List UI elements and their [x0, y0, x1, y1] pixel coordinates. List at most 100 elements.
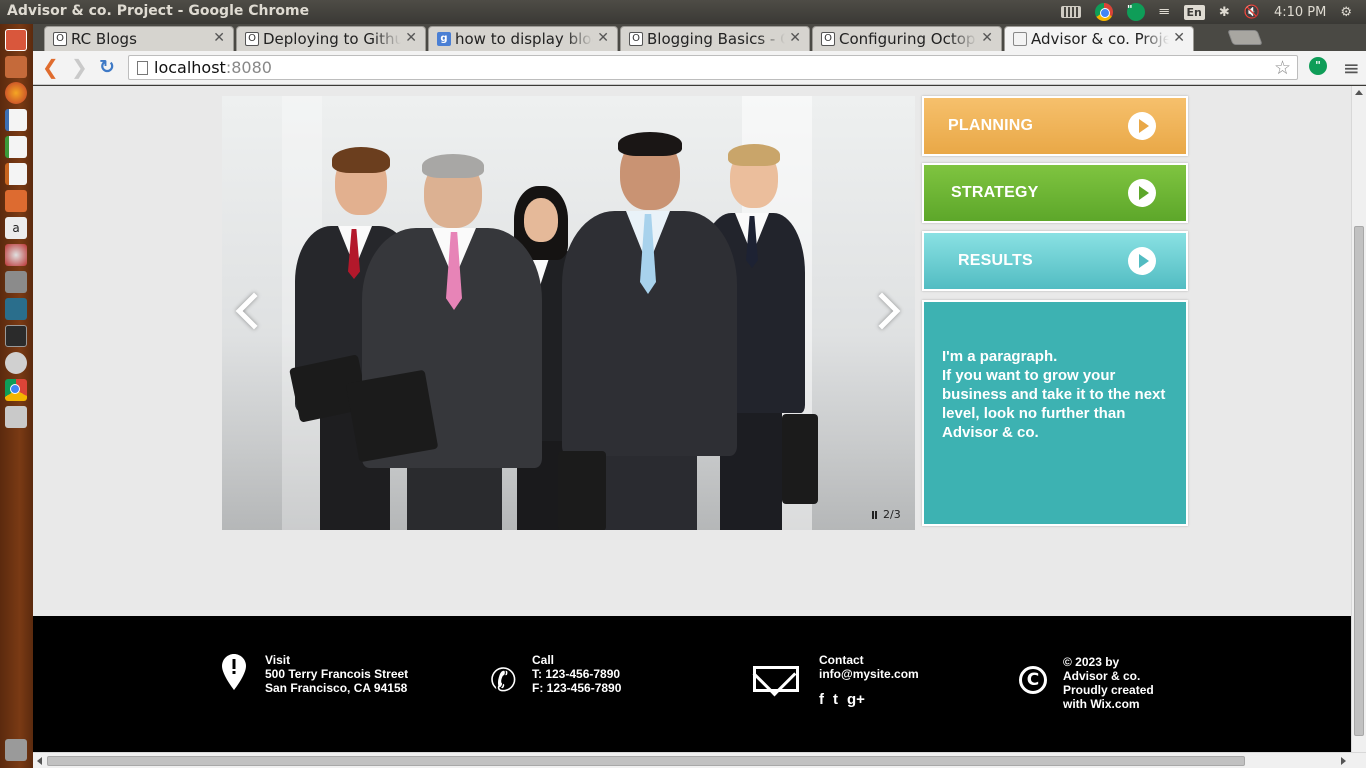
url-host: localhost	[154, 58, 226, 77]
copyright-line4[interactable]: with Wix.com	[1063, 697, 1154, 711]
footer-copyright: © 2023 by Advisor & co. Proudly created …	[1063, 655, 1154, 711]
trash-icon[interactable]	[5, 739, 27, 761]
social-links: f t g+	[819, 691, 865, 708]
visit-address-line2: San Francisco, CA 94158	[265, 681, 408, 695]
firefox-icon[interactable]	[5, 82, 27, 104]
tab-title: Configuring Octopre	[839, 30, 977, 48]
volume-icon[interactable]: 🔇	[1244, 5, 1260, 20]
tab-blogging-basics[interactable]: O Blogging Basics - Oc ✕	[620, 26, 810, 51]
url-text[interactable]: localhost:8080	[154, 58, 272, 77]
address-bar[interactable]: localhost:8080 ☆	[128, 55, 1298, 80]
reload-button[interactable]: ↻	[99, 57, 115, 77]
tab-configuring[interactable]: O Configuring Octopre ✕	[812, 26, 1002, 51]
back-button[interactable]: ❮	[42, 57, 59, 77]
gear-icon[interactable]: ⚙	[1340, 5, 1352, 20]
google-icon: g	[437, 32, 451, 46]
impress-icon[interactable]	[5, 163, 27, 185]
slideshow[interactable]: 2/3	[222, 96, 915, 530]
app-icon[interactable]	[5, 298, 27, 320]
map-pin-icon	[222, 654, 246, 690]
url-port: :8080	[225, 58, 272, 77]
slideshow-next-button[interactable]	[862, 286, 902, 336]
contact-heading: Contact	[819, 653, 864, 667]
person-figure	[362, 154, 542, 530]
hangouts-extension-icon[interactable]: "	[1309, 57, 1327, 75]
tab-title: Deploying to Github	[263, 30, 401, 48]
play-icon	[1128, 247, 1156, 275]
footer-call: Call T: 123-456-7890 F: 123-456-7890	[532, 653, 621, 695]
strategy-button[interactable]: STRATEGY	[922, 163, 1188, 223]
chevron-left-icon	[235, 292, 273, 330]
planning-button[interactable]: PLANNING	[922, 96, 1188, 156]
chrome-menu-button[interactable]: ≡	[1343, 56, 1360, 80]
tab-advisor-active[interactable]: Advisor & co. Project ✕	[1004, 26, 1194, 51]
language-indicator[interactable]: En	[1183, 4, 1205, 20]
tab-how-to-display[interactable]: g how to display blogs ✕	[428, 26, 618, 51]
copyright-line3: Proudly created	[1063, 683, 1154, 697]
calc-icon[interactable]	[5, 136, 27, 158]
unknown-app-icon[interactable]	[5, 271, 27, 293]
drive-icon[interactable]	[5, 406, 27, 428]
bluetooth-icon[interactable]: ✱	[1219, 5, 1230, 20]
strategy-label: STRATEGY	[951, 184, 1039, 201]
scroll-up-arrow[interactable]	[1355, 90, 1363, 95]
dash-home-icon[interactable]	[5, 29, 27, 51]
copyright-icon: C	[1019, 666, 1047, 694]
google-plus-icon[interactable]: g+	[847, 691, 865, 708]
results-button[interactable]: RESULTS	[922, 231, 1188, 291]
footer: Visit 500 Terry Francois Street San Fran…	[33, 616, 1351, 752]
scroll-left-arrow[interactable]	[37, 757, 42, 765]
call-fax: F: 123-456-7890	[532, 681, 622, 695]
o-doc-icon: O	[629, 32, 643, 46]
pidgin-icon[interactable]	[5, 352, 27, 374]
close-icon[interactable]: ✕	[405, 30, 417, 46]
planning-label: PLANNING	[948, 117, 1034, 134]
close-icon[interactable]: ✕	[789, 30, 801, 46]
keyboard-icon[interactable]	[1060, 6, 1081, 18]
twitter-icon[interactable]: t	[833, 691, 838, 708]
software-center-icon[interactable]	[5, 190, 27, 212]
chrome-launcher-icon[interactable]	[5, 379, 27, 401]
close-icon[interactable]: ✕	[1173, 30, 1185, 46]
desktop: Advisor & co. Project - Google Chrome " …	[0, 0, 1366, 768]
chevron-right-icon	[863, 292, 901, 330]
chrome-tray-icon[interactable]	[1094, 3, 1113, 21]
slideshow-prev-button[interactable]	[234, 286, 274, 336]
results-label: RESULTS	[958, 252, 1033, 269]
horizontal-scrollbar[interactable]	[33, 752, 1366, 768]
close-icon[interactable]: ✕	[981, 30, 993, 46]
tab-rc-blogs[interactable]: O RC Blogs ✕	[44, 26, 234, 51]
facebook-icon[interactable]: f	[819, 691, 824, 708]
close-icon[interactable]: ✕	[213, 30, 225, 46]
vertical-scroll-thumb[interactable]	[1354, 226, 1364, 736]
info-paragraph: I'm a paragraph. If you want to grow your…	[942, 347, 1172, 442]
pause-icon[interactable]	[872, 510, 877, 519]
page-viewport: 2/3 PLANNING STRATEGY RESULTS I'm a para…	[33, 86, 1351, 752]
writer-icon[interactable]	[5, 109, 27, 131]
tab-title: Advisor & co. Project	[1031, 30, 1169, 48]
browser-toolbar: ❮ ❯ ↻ localhost:8080 ☆ " ≡	[33, 51, 1366, 85]
scroll-right-arrow[interactable]	[1341, 757, 1346, 765]
copyright-line2: Advisor & co.	[1063, 669, 1141, 683]
briefcase	[345, 369, 439, 463]
briefcase	[782, 414, 818, 504]
close-icon[interactable]: ✕	[597, 30, 609, 46]
files-icon[interactable]	[5, 56, 27, 78]
slide-counter-text: 2/3	[883, 508, 901, 521]
terminal-icon[interactable]	[5, 325, 27, 347]
bookmark-star-icon[interactable]: ☆	[1274, 57, 1291, 79]
tab-title: Blogging Basics - Oc	[647, 30, 785, 48]
horizontal-scroll-thumb[interactable]	[47, 756, 1245, 766]
wifi-icon[interactable]: 𝍢	[1159, 1, 1170, 23]
amazon-icon[interactable]: a	[5, 217, 27, 239]
hangouts-tray-icon[interactable]: "	[1126, 3, 1145, 21]
vertical-scrollbar[interactable]	[1351, 86, 1366, 752]
info-line-2: If you want to grow your business and ta…	[942, 367, 1166, 441]
tab-title: RC Blogs	[71, 30, 137, 48]
new-tab-button[interactable]	[1227, 30, 1263, 45]
tab-deploying[interactable]: O Deploying to Github ✕	[236, 26, 426, 51]
clock[interactable]: 4:10 PM	[1274, 5, 1326, 20]
contact-email[interactable]: info@mysite.com	[819, 667, 919, 681]
settings-icon[interactable]	[5, 244, 27, 266]
forward-button[interactable]: ❯	[71, 57, 88, 77]
